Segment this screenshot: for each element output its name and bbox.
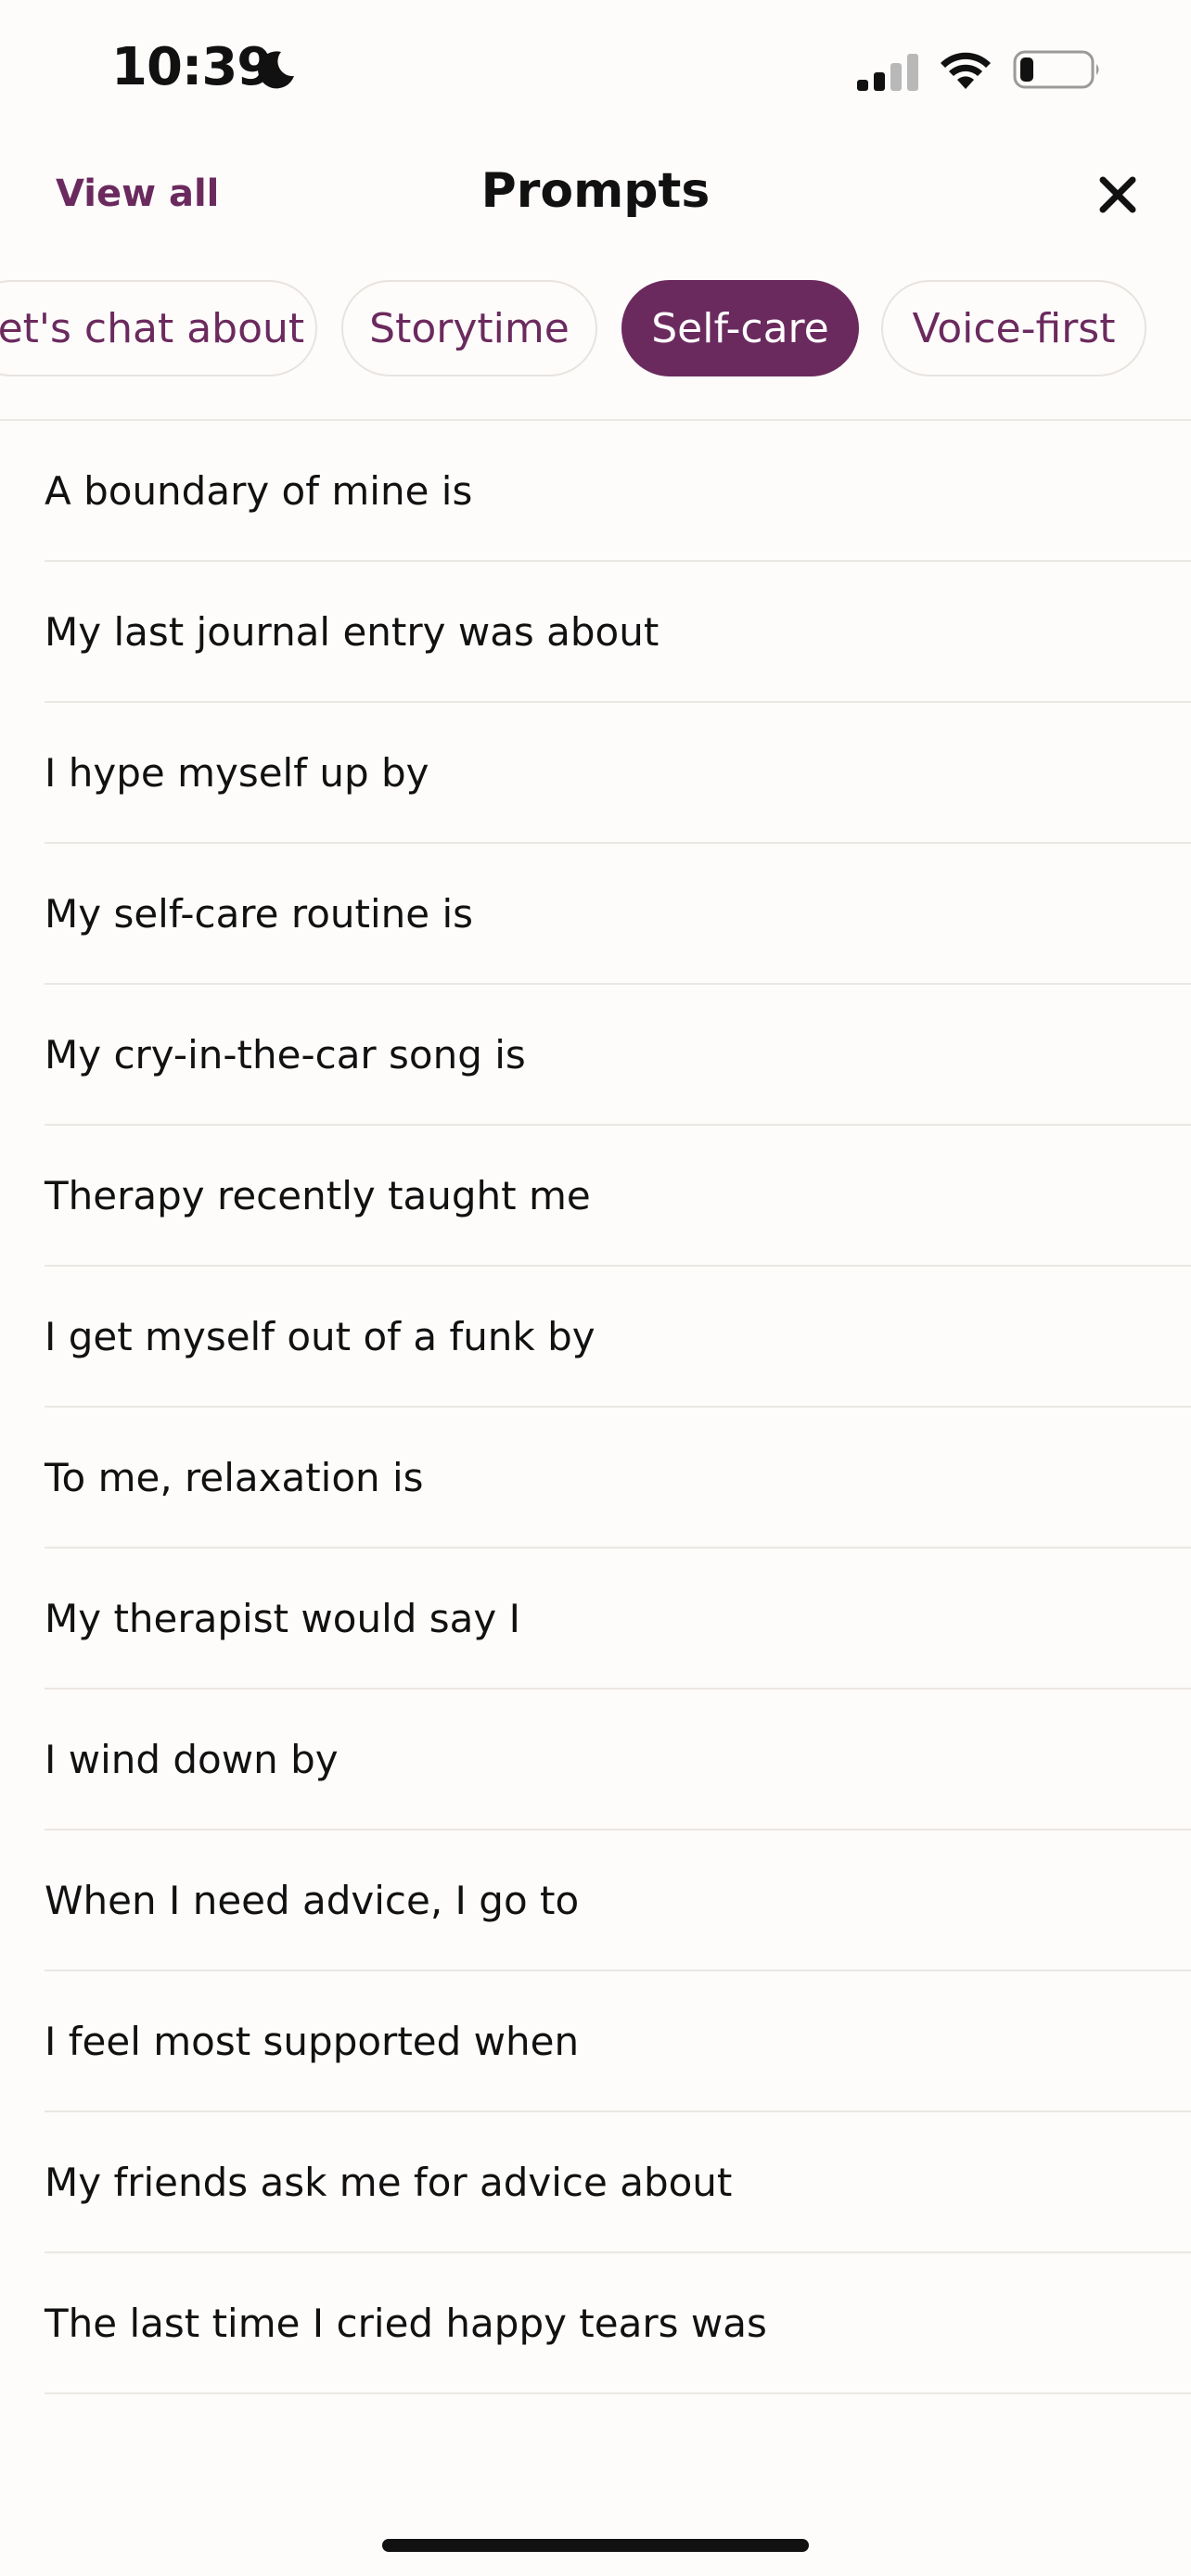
category-tabs: Let's chat about Storytime Self-care Voi… bbox=[0, 280, 1191, 382]
list-item[interactable]: My self-care routine is bbox=[45, 844, 1191, 985]
list-item[interactable]: I hype myself up by bbox=[45, 703, 1191, 844]
list-item[interactable]: When I need advice, I go to bbox=[45, 1830, 1191, 1971]
list-item[interactable]: My friends ask me for advice about bbox=[45, 2112, 1191, 2253]
close-icon[interactable] bbox=[1090, 167, 1146, 223]
list-item[interactable]: I feel most supported when bbox=[45, 1971, 1191, 2112]
list-item[interactable]: My cry-in-the-car song is bbox=[45, 985, 1191, 1126]
list-item[interactable]: I get myself out of a funk by bbox=[45, 1267, 1191, 1408]
tab-voice-first[interactable]: Voice-first bbox=[881, 280, 1146, 376]
list-item[interactable]: A boundary of mine is bbox=[45, 421, 1191, 562]
moon-icon bbox=[258, 51, 294, 89]
signal-icon bbox=[857, 54, 918, 91]
prompt-list: A boundary of mine is My last journal en… bbox=[0, 421, 1191, 2394]
tab-lets-chat-about[interactable]: Let's chat about bbox=[0, 280, 317, 376]
home-indicator bbox=[382, 2539, 809, 2552]
list-item[interactable]: I wind down by bbox=[45, 1690, 1191, 1830]
wifi-icon bbox=[941, 52, 991, 89]
tab-self-care[interactable]: Self-care bbox=[621, 280, 859, 376]
tab-storytime[interactable]: Storytime bbox=[341, 280, 597, 376]
list-item[interactable]: My last journal entry was about bbox=[45, 562, 1191, 703]
list-item[interactable]: The last time I cried happy tears was bbox=[45, 2253, 1191, 2394]
list-item[interactable]: My therapist would say I bbox=[45, 1549, 1191, 1690]
list-item[interactable]: To me, relaxation is bbox=[45, 1408, 1191, 1549]
status-bar: 10:39 bbox=[0, 0, 1191, 139]
page-title: Prompts bbox=[480, 163, 711, 219]
battery-icon bbox=[1013, 50, 1099, 89]
list-item[interactable]: Therapy recently taught me bbox=[45, 1126, 1191, 1267]
header: View all Prompts bbox=[0, 148, 1191, 241]
status-time: 10:39 bbox=[111, 37, 273, 97]
